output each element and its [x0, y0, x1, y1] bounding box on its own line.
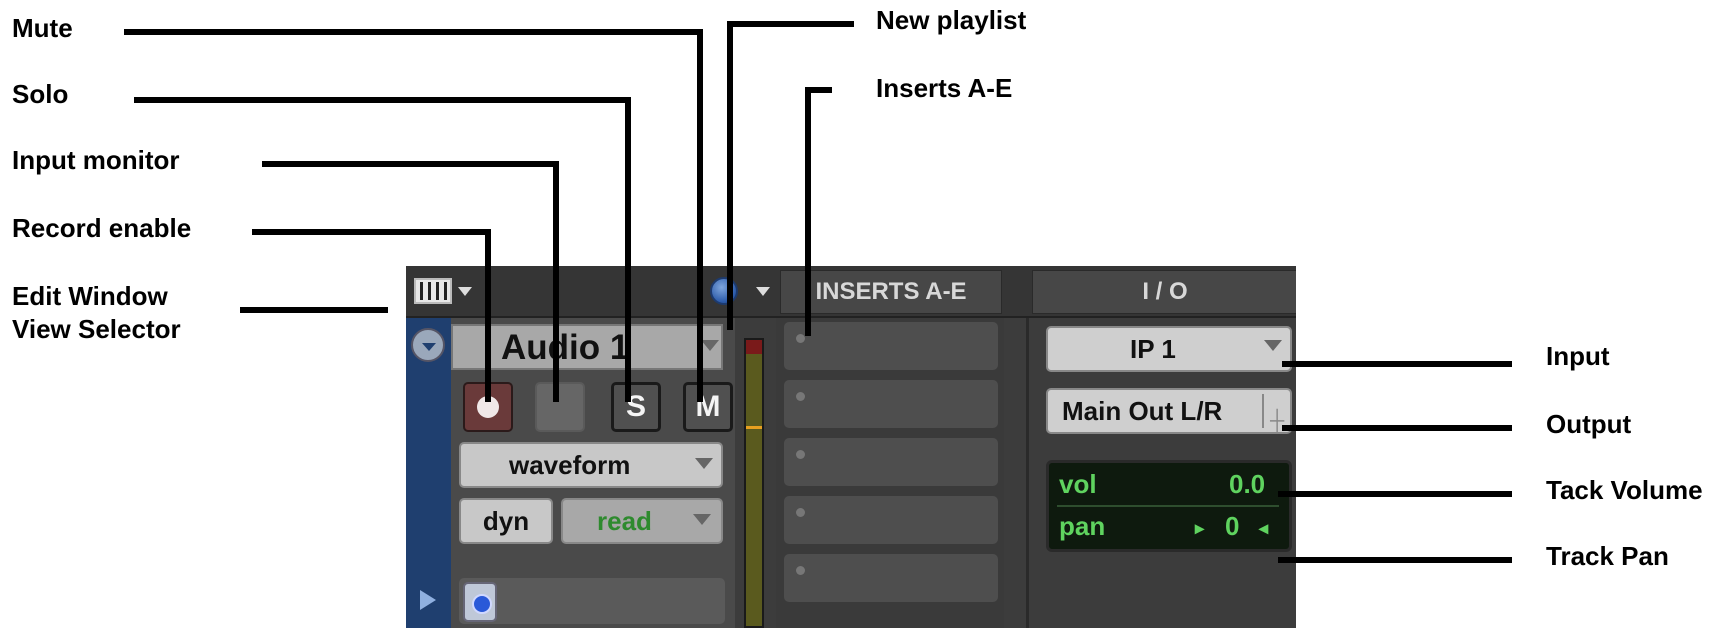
leader-inserts-a-e	[805, 87, 832, 336]
leader-new-playlist	[727, 21, 854, 330]
leader-mute	[124, 29, 703, 402]
leader-input-monitor	[262, 161, 559, 402]
leader-record-enable	[252, 229, 491, 402]
leader-lines	[124, 21, 1512, 563]
